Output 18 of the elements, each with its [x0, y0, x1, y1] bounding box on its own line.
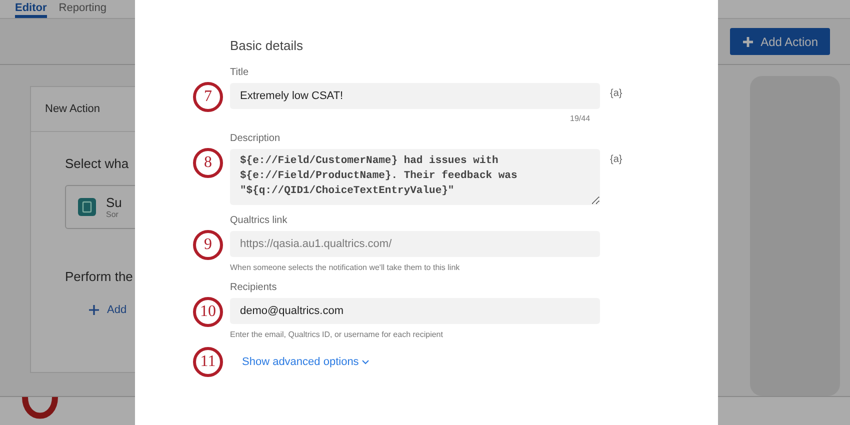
character-counter: 19/44	[570, 114, 590, 123]
event-subtitle: Sor	[106, 210, 120, 219]
field-label: Title	[230, 67, 250, 78]
field-label: Description	[230, 133, 282, 144]
help-text: Enter the email, Qualtrics ID, or username for each recipient	[230, 330, 444, 339]
task-prompt: Perform the	[65, 269, 133, 284]
step-number: 9	[193, 230, 223, 260]
step-number: 10	[193, 297, 223, 327]
section-title: Basic details	[230, 38, 304, 53]
event-title: Su	[106, 195, 122, 210]
help-text: When someone selects the notification we'll take them to this link	[230, 263, 461, 272]
prompt-text: Select wha	[65, 156, 129, 171]
card-title: New Action	[45, 103, 100, 115]
field-label: Qualtrics link	[230, 215, 288, 226]
step-number: 8	[193, 148, 223, 178]
step-number: 11	[193, 347, 223, 377]
step-number: 7	[193, 82, 223, 112]
field-label: Recipients	[230, 282, 278, 293]
